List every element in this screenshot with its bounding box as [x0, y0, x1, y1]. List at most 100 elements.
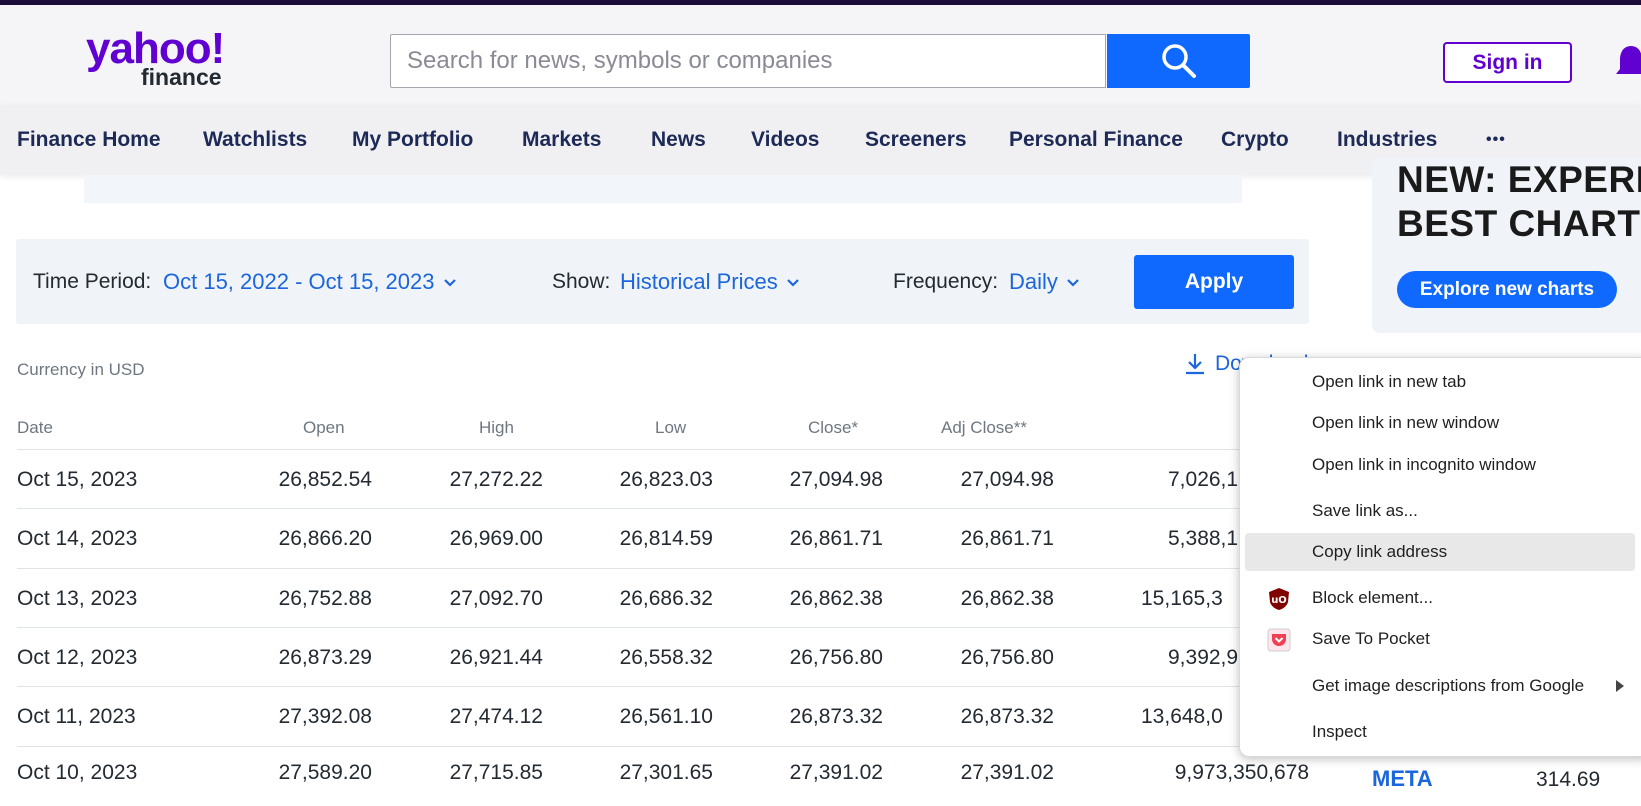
search-box: [390, 34, 1106, 88]
search-icon: [1161, 44, 1196, 78]
promo-title: NEW: EXPERIE BEST CHARTS: [1397, 159, 1641, 244]
apply-button[interactable]: Apply: [1134, 255, 1294, 309]
nav-item-screeners[interactable]: Screeners: [865, 105, 967, 175]
ctx-save-to-pocket[interactable]: Save To Pocket: [1245, 620, 1635, 658]
cell-close: 26,873.32: [789, 705, 883, 728]
cell-open: 27,589.20: [278, 761, 372, 784]
ctx-copy-link-address[interactable]: Copy link address: [1245, 533, 1635, 571]
cell-volume: 7,026,1: [1168, 468, 1239, 491]
cell-date: Oct 13, 2023: [17, 587, 138, 610]
cell-adj-close: 26,862.38: [960, 587, 1054, 610]
nav-item-personal-finance[interactable]: Personal Finance: [1009, 105, 1183, 175]
currency-note: Currency in USD: [17, 360, 145, 379]
cell-date: Oct 15, 2023: [17, 468, 138, 491]
ad-strip: [84, 175, 1242, 203]
time-period-dropdown[interactable]: Oct 15, 2022 - Oct 15, 2023: [163, 239, 457, 324]
table-row: Oct 11, 2023 27,392.08 27,474.12 26,561.…: [17, 686, 1309, 746]
nav-item-watchlists[interactable]: Watchlists: [203, 105, 307, 175]
logo-sub: finance: [141, 64, 222, 90]
cell-volume: 5,388,1: [1168, 527, 1239, 550]
nav-item-crypto[interactable]: Crypto: [1221, 105, 1289, 175]
submenu-arrow-icon: [1616, 680, 1624, 692]
cell-high: 27,474.12: [449, 705, 543, 728]
cell-open: 27,392.08: [278, 705, 372, 728]
download-icon: [1186, 354, 1204, 375]
nav-item-news[interactable]: News: [651, 105, 706, 175]
nav-item-videos[interactable]: Videos: [751, 105, 819, 175]
sidebar-ticker-value: 314.69: [1536, 768, 1601, 791]
cell-open: 26,873.29: [278, 646, 372, 669]
table-row: Oct 14, 2023 26,866.20 26,969.00 26,814.…: [17, 508, 1309, 568]
table-row: Oct 15, 2023 26,852.54 27,272.22 26,823.…: [17, 449, 1309, 509]
col-header-close: Close*: [808, 418, 859, 437]
cell-volume: 13,648,0: [1141, 705, 1223, 728]
nav-item-finance-home[interactable]: Finance Home: [17, 105, 161, 175]
cell-date: Oct 11, 2023: [17, 705, 136, 728]
ctx-open-incognito[interactable]: Open link in incognito window: [1245, 446, 1635, 484]
cell-low: 26,686.32: [619, 587, 713, 610]
table-row: Oct 10, 2023 27,589.20 27,715.85 27,301.…: [17, 746, 1309, 806]
cell-high: 27,092.70: [449, 587, 543, 610]
sign-in-button[interactable]: Sign in: [1443, 42, 1572, 83]
cell-close: 27,391.02: [789, 761, 883, 784]
col-header-date: Date: [17, 418, 53, 437]
nav-item-my-portfolio[interactable]: My Portfolio: [352, 105, 473, 175]
col-header-adj-close: Adj Close**: [941, 418, 1027, 437]
svg-text:uO: uO: [1271, 595, 1287, 606]
ctx-open-new-tab[interactable]: Open link in new tab: [1245, 363, 1635, 401]
search-input[interactable]: [391, 35, 1105, 87]
ctx-inspect[interactable]: Inspect: [1245, 713, 1635, 751]
cell-close: 26,756.80: [789, 646, 883, 669]
cell-close: 26,861.71: [789, 527, 883, 550]
cell-volume: 9,392,9: [1168, 646, 1239, 669]
search-button[interactable]: [1107, 34, 1250, 88]
cell-date: Oct 10, 2023: [17, 761, 138, 784]
col-header-open: Open: [303, 418, 345, 437]
show-dropdown[interactable]: Historical Prices: [620, 239, 800, 324]
time-period-label: Time Period:: [33, 270, 152, 293]
cell-date: Oct 12, 2023: [17, 646, 138, 669]
cell-volume: 15,165,3: [1141, 587, 1223, 610]
frequency-label: Frequency:: [893, 270, 999, 293]
cell-high: 27,715.85: [449, 761, 543, 784]
show-label: Show:: [552, 270, 611, 293]
bell-icon[interactable]: [1616, 42, 1641, 82]
filter-bar: Time Period: Oct 15, 2022 - Oct 15, 2023…: [16, 239, 1309, 324]
cell-adj-close: 27,391.02: [960, 761, 1054, 784]
col-header-low: Low: [655, 418, 687, 437]
cell-high: 26,969.00: [449, 527, 543, 550]
table-row: Oct 12, 2023 26,873.29 26,921.44 26,558.…: [17, 627, 1309, 687]
ctx-image-descriptions[interactable]: Get image descriptions from Google: [1245, 667, 1635, 705]
pocket-icon: [1267, 628, 1291, 652]
cell-open: 26,866.20: [278, 527, 372, 550]
ublock-icon: uO: [1269, 588, 1289, 610]
table-row: Oct 13, 2023 26,752.88 27,092.70 26,686.…: [17, 568, 1309, 628]
ctx-save-link-as[interactable]: Save link as...: [1245, 492, 1635, 530]
nav-item-markets[interactable]: Markets: [522, 105, 601, 175]
cell-low: 26,558.32: [619, 646, 713, 669]
col-header-high: High: [479, 418, 514, 437]
cell-low: 26,814.59: [619, 527, 713, 550]
cell-open: 26,852.54: [278, 468, 372, 491]
context-menu: Open link in new tab Open link in new wi…: [1239, 357, 1641, 757]
cell-close: 26,862.38: [789, 587, 883, 610]
cell-high: 27,272.22: [449, 468, 543, 491]
yahoo-finance-logo[interactable]: yahoo! finance: [86, 27, 246, 97]
cell-low: 26,561.10: [619, 705, 713, 728]
chevron-down-icon: [786, 279, 799, 287]
chevron-down-icon: [443, 279, 456, 287]
cell-open: 26,752.88: [278, 587, 372, 610]
cell-adj-close: 26,873.32: [960, 705, 1054, 728]
cell-low: 26,823.03: [619, 468, 713, 491]
site-header: yahoo! finance Sign in: [0, 5, 1641, 105]
ctx-open-new-window[interactable]: Open link in new window: [1245, 404, 1635, 442]
explore-charts-button[interactable]: Explore new charts: [1397, 271, 1617, 308]
cell-adj-close: 26,861.71: [960, 527, 1054, 550]
cell-date: Oct 14, 2023: [17, 527, 138, 550]
cell-high: 26,921.44: [449, 646, 543, 669]
frequency-dropdown[interactable]: Daily: [1009, 239, 1080, 324]
cell-close: 27,094.98: [789, 468, 883, 491]
ctx-block-element[interactable]: uO Block element...: [1245, 579, 1635, 617]
chevron-down-icon: [1067, 279, 1079, 287]
sidebar-ticker-symbol[interactable]: META: [1372, 766, 1433, 792]
